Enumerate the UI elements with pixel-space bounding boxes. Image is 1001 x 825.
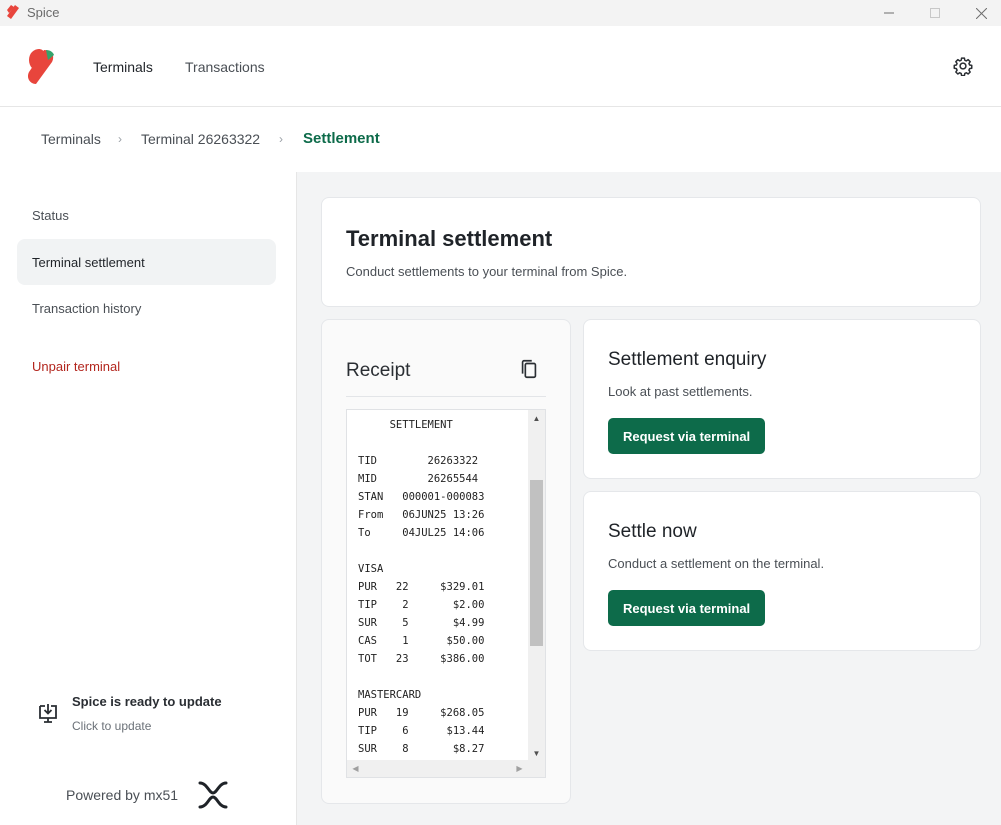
receipt-line: VISA xyxy=(358,563,384,575)
enquiry-subtitle: Look at past settlements. xyxy=(608,384,753,399)
receipt-line: SUR 5 $4.99 xyxy=(358,617,485,629)
window-title: Spice xyxy=(27,5,60,20)
maximize-button[interactable] xyxy=(912,0,958,26)
update-subtitle: Click to update xyxy=(72,719,152,733)
receipt-line xyxy=(358,434,484,452)
receipt-line: CAS 1 $50.00 xyxy=(358,635,485,647)
receipt-line: STAN 000001-000083 xyxy=(358,491,485,503)
receipt-textbox[interactable]: SETTLEMENT TID 26263322 MID 26265544 STAN … xyxy=(346,409,546,778)
nav-terminals[interactable]: Terminals xyxy=(93,59,153,75)
copy-receipt-button[interactable] xyxy=(518,358,540,380)
receipt-line: To 04JUL25 14:06 xyxy=(358,527,485,539)
minimize-button[interactable] xyxy=(866,0,912,26)
scroll-right-arrow[interactable]: ▶ xyxy=(511,760,528,777)
nav-transactions[interactable]: Transactions xyxy=(185,59,265,75)
receipt-text: SETTLEMENT TID 26263322 MID 26265544 STAN … xyxy=(358,416,484,758)
receipt-line: PUR 19 $268.05 xyxy=(358,707,485,719)
unpair-terminal-button[interactable]: Unpair terminal xyxy=(17,343,276,389)
settle-request-button[interactable]: Request via terminal xyxy=(608,590,766,626)
breadcrumb-terminal[interactable]: Terminal 26263322 xyxy=(141,131,260,147)
settings-button[interactable] xyxy=(951,54,975,78)
maximize-icon xyxy=(930,8,940,18)
receipt-line: TIP 2 $2.00 xyxy=(358,599,485,611)
settle-title: Settle now xyxy=(608,521,697,542)
scroll-thumb[interactable] xyxy=(530,480,543,646)
receipt-line: TOT 23 $386.00 xyxy=(358,653,485,665)
page-title: Terminal settlement xyxy=(346,226,553,251)
breadcrumb: Terminals › Terminal 26263322 › Settleme… xyxy=(0,108,1001,172)
breadcrumb-separator: › xyxy=(118,132,122,146)
settlement-header-card: Terminal settlement Conduct settlements … xyxy=(321,197,981,307)
settlement-enquiry-card: Settlement enquiry Look at past settleme… xyxy=(583,319,981,479)
breadcrumb-separator: › xyxy=(279,132,283,146)
update-title: Spice is ready to update xyxy=(72,694,222,709)
top-navigation: Terminals Transactions xyxy=(0,26,1001,107)
receipt-line: SUR 8 $8.27 xyxy=(358,743,485,755)
receipt-line: MID 26265544 xyxy=(358,473,479,485)
enquiry-request-button[interactable]: Request via terminal xyxy=(608,418,766,454)
receipt-title: Receipt xyxy=(346,360,411,381)
receipt-line: SETTLEMENT xyxy=(358,419,453,431)
receipt-card: Receipt SETTLEMENT TID 26263322 MID 26265… xyxy=(321,319,571,804)
powered-by-text: Powered by mx51 xyxy=(66,787,179,803)
copy-icon xyxy=(521,359,537,379)
receipt-line xyxy=(358,542,484,560)
scroll-up-arrow[interactable]: ▲ xyxy=(528,410,545,427)
main-content: Terminal settlement Conduct settlements … xyxy=(297,172,1001,825)
receipt-line: MASTERCARD xyxy=(358,689,422,701)
download-monitor-icon xyxy=(39,704,57,723)
settle-subtitle: Conduct a settlement on the terminal. xyxy=(608,556,825,571)
sidebar: Status Terminal settlement Transaction h… xyxy=(0,172,297,825)
scroll-left-arrow[interactable]: ◀ xyxy=(347,760,364,777)
minimize-icon xyxy=(884,12,894,14)
receipt-line xyxy=(358,668,484,686)
spice-logo[interactable] xyxy=(26,46,56,86)
sidebar-item-status[interactable]: Status xyxy=(17,192,276,238)
breadcrumb-terminals[interactable]: Terminals xyxy=(41,131,101,147)
gear-icon xyxy=(953,57,973,76)
receipt-divider xyxy=(346,396,546,397)
receipt-line: TID 26263322 xyxy=(358,455,479,467)
spice-app-icon xyxy=(7,5,19,19)
receipt-line: From 06JUN25 13:26 xyxy=(358,509,485,521)
receipt-line: TIP 6 $13.44 xyxy=(358,725,485,737)
enquiry-title: Settlement enquiry xyxy=(608,349,767,370)
close-button[interactable] xyxy=(958,0,1001,26)
settle-now-card: Settle now Conduct a settlement on the t… xyxy=(583,491,981,651)
update-notice[interactable]: Spice is ready to update Click to update xyxy=(36,692,276,742)
receipt-horizontal-scrollbar[interactable]: ◀ ▶ xyxy=(347,760,545,777)
breadcrumb-current: Settlement xyxy=(303,130,380,147)
sidebar-item-transaction-history[interactable]: Transaction history xyxy=(17,285,276,331)
mx51-logo xyxy=(198,781,228,809)
sidebar-item-terminal-settlement[interactable]: Terminal settlement xyxy=(17,239,276,285)
receipt-vertical-scrollbar[interactable]: ▲ ▼ xyxy=(528,410,545,762)
close-icon xyxy=(975,7,987,19)
window-titlebar: Spice xyxy=(0,0,1001,26)
receipt-line: PUR 22 $329.01 xyxy=(358,581,485,593)
page-subtitle: Conduct settlements to your terminal fro… xyxy=(346,264,628,279)
